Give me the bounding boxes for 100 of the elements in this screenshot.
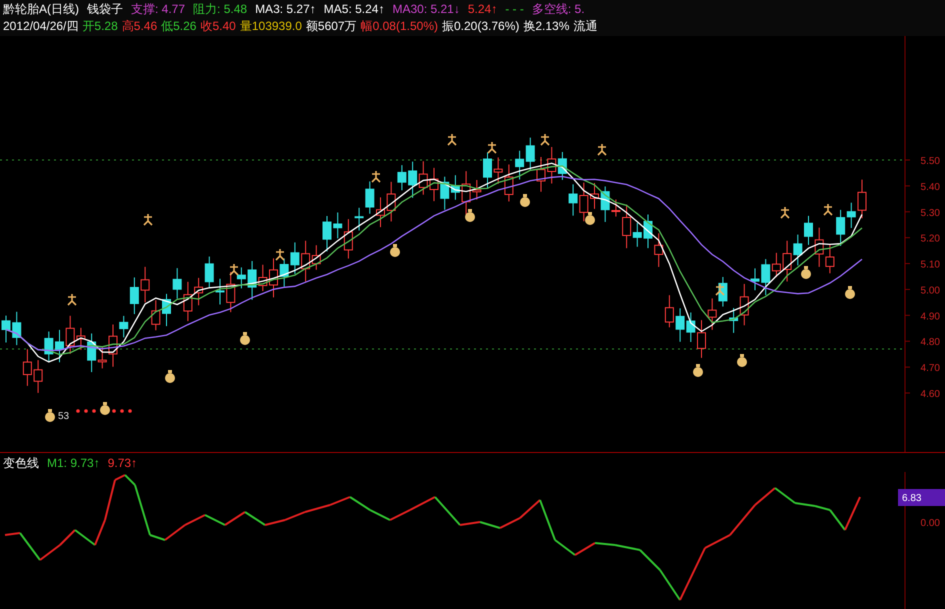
candlestick (290, 242, 300, 274)
quote-field: 2012/04/26/四 (3, 18, 78, 35)
candlestick (750, 268, 760, 291)
money-bag-icon (45, 409, 55, 422)
candlestick (140, 266, 150, 303)
candlestick (172, 268, 182, 299)
money-bag-icon (165, 370, 175, 383)
figure-icon (597, 143, 607, 156)
figure-icon (143, 213, 153, 226)
money-bag-icon (585, 212, 595, 225)
quote-field: 幅0.08(1.50%) (360, 18, 438, 35)
candlestick (536, 156, 546, 192)
indicator-field: M1: 9.73↑ (47, 454, 100, 472)
candlestick (22, 348, 32, 386)
quote-field: 5.24↑ (468, 1, 498, 18)
figure-icon (780, 206, 790, 219)
quote-field: 阻力: 5.48 (193, 1, 248, 18)
candlestick (846, 202, 856, 228)
quote-field: 振0.20(3.76%) (442, 18, 520, 35)
candlestick (718, 276, 728, 308)
candlestick (579, 182, 588, 222)
quote-field: 钱袋子 (87, 1, 123, 18)
candlestick (450, 174, 460, 200)
candlestick (44, 331, 54, 362)
money-bag-icon (465, 209, 475, 222)
candlestick (108, 324, 118, 368)
candlestick (526, 137, 535, 170)
candlestick (280, 258, 289, 288)
candlestick (322, 216, 332, 252)
price-tick: 5.50 (920, 156, 940, 167)
candlestick (269, 258, 278, 298)
quote-field: 开5.28 (82, 18, 118, 35)
candlestick (782, 240, 792, 282)
candlestick (568, 184, 578, 216)
candlestick (708, 298, 717, 330)
candlestick (644, 214, 652, 249)
candlestick (248, 260, 257, 300)
candlestick (483, 152, 492, 189)
price-tick: 5.40 (920, 182, 940, 193)
figure-icon (229, 263, 239, 276)
zero-tick: 0.00 (920, 518, 940, 529)
price-tick: 4.60 (920, 389, 940, 400)
quote-field: MA3: 5.27↑ (255, 1, 316, 18)
candlestick (494, 156, 503, 184)
price-tick: 4.80 (920, 337, 940, 348)
quote-field: 黔轮胎A(日线) (3, 1, 79, 18)
candlestick (654, 232, 664, 268)
figure-icon (67, 293, 77, 306)
quote-field: 量103939.0 (240, 18, 302, 35)
quote-field: 收5.40 (200, 18, 236, 35)
price-tick: 5.20 (920, 234, 940, 245)
candlestick (793, 234, 802, 266)
candlestick (590, 182, 599, 210)
candlestick (55, 329, 64, 363)
candlestick (204, 256, 214, 288)
candlestick (686, 312, 696, 342)
candlestick (418, 160, 428, 196)
quote-field: 低5.26 (161, 18, 196, 35)
quote-field: 多空线: 5. (532, 1, 585, 18)
low-price-label: 53 (58, 411, 70, 422)
quote-field: 流通 (573, 18, 598, 35)
candlestick (258, 264, 268, 292)
quote-field: - - - (505, 1, 524, 18)
candlestick (676, 308, 685, 342)
candlestick (825, 244, 834, 274)
price-tick: 5.00 (920, 285, 940, 296)
candlestick (151, 300, 160, 331)
quote-field: MA30: 5.21↓ (392, 1, 460, 18)
candlestick (216, 278, 224, 306)
price-tick: 5.10 (920, 260, 940, 271)
candlestick (547, 146, 556, 184)
candlestick (804, 215, 813, 246)
candlestick (34, 360, 43, 394)
candlestick (408, 161, 418, 198)
figure-icon (371, 170, 381, 183)
candlestick (365, 180, 374, 214)
candlestick (162, 293, 171, 327)
quote-field: 支撑: 4.77 (131, 1, 186, 18)
money-bag-icon (801, 266, 811, 279)
candlestick (440, 176, 450, 210)
candlestick (430, 167, 438, 202)
money-bag-icon (520, 194, 530, 207)
candlestick (2, 315, 10, 343)
candlestick (664, 294, 674, 328)
candlestick (376, 196, 385, 228)
candlestick (504, 164, 514, 202)
price-tick: 4.70 (920, 363, 940, 374)
candlestick (515, 150, 524, 180)
indicator-field: 变色线 (3, 454, 39, 472)
price-tick: 5.30 (920, 208, 940, 219)
money-bag-icon (100, 402, 110, 415)
current-value-tag: 6.83 (898, 489, 945, 506)
money-bag-icon (390, 244, 400, 257)
quote-field: 换2.13% (523, 18, 570, 35)
figure-icon (715, 283, 725, 296)
candlestick (858, 179, 866, 219)
figure-icon (275, 248, 285, 261)
candlestick (183, 281, 192, 322)
quote-field: 额5607万 (306, 18, 357, 35)
figure-icon (823, 203, 833, 216)
